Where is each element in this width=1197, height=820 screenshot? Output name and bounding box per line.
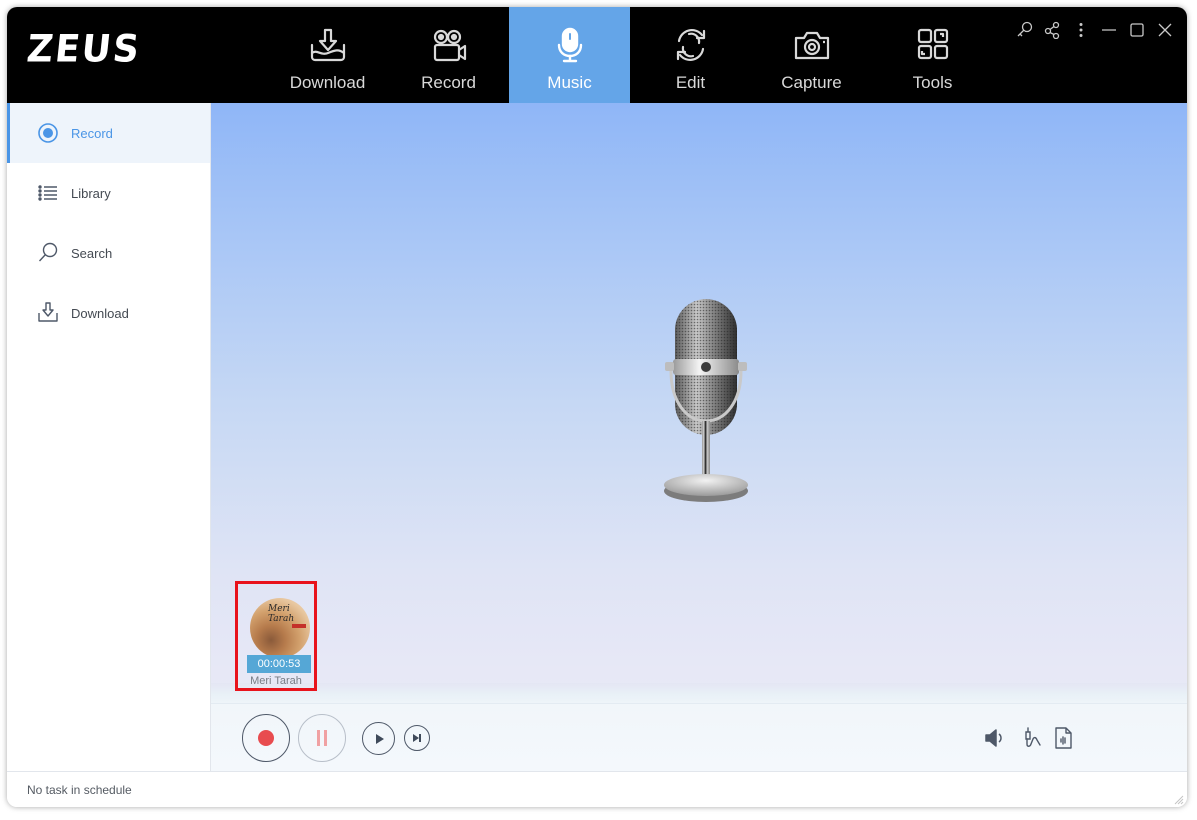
refresh-cycle-icon — [676, 29, 705, 61]
playback-control-bar — [211, 703, 1187, 771]
task-duration: 00:00:53 — [247, 655, 311, 673]
tab-label: Download — [289, 73, 366, 92]
recorded-task-card[interactable]: Meri Tarah 00:00:53 Meri Tarah — [235, 581, 317, 691]
tab-music[interactable]: Music — [509, 7, 630, 103]
skip-next-button[interactable] — [404, 725, 430, 751]
tab-download[interactable]: Download — [267, 7, 388, 103]
tab-edit[interactable]: Edit — [630, 7, 751, 103]
resize-grip-icon[interactable] — [1172, 793, 1184, 805]
horizon-band — [211, 683, 1187, 703]
more-button[interactable] — [1071, 19, 1091, 41]
minimize-button[interactable] — [1099, 19, 1119, 41]
tab-label: Edit — [675, 73, 706, 92]
share-button[interactable] — [1043, 19, 1063, 41]
cover-decoration — [292, 624, 306, 628]
camera-icon — [794, 31, 829, 60]
top-bar: ZEUS Download Record Music Edit Capture … — [7, 7, 1187, 103]
minimize-icon — [1102, 29, 1116, 31]
tab-label: Music — [547, 73, 592, 92]
microphone-illustration — [664, 299, 748, 502]
sidebar-item-library[interactable]: Library — [7, 163, 210, 223]
tab-label: Record — [421, 73, 476, 92]
download-icon — [38, 302, 58, 322]
play-icon — [375, 733, 384, 744]
record-button[interactable] — [242, 714, 290, 762]
microphone-icon — [557, 27, 582, 63]
key-button[interactable] — [1015, 19, 1035, 41]
record-dot-icon — [258, 730, 274, 746]
search-icon — [38, 242, 58, 262]
pause-button[interactable] — [298, 714, 346, 762]
music-record-panel: Meri Tarah 00:00:53 Meri Tarah — [211, 103, 1187, 771]
sidebar-item-label: Download — [71, 306, 129, 321]
task-name: Meri Tarah — [250, 675, 302, 687]
sidebar-item-record[interactable]: Record — [7, 103, 210, 163]
status-bar: No task in schedule — [7, 771, 1187, 807]
audio-file-icon[interactable] — [1051, 726, 1075, 750]
grid-tools-icon — [917, 28, 948, 60]
share-icon — [1044, 21, 1060, 39]
sidebar-item-label: Record — [71, 126, 113, 141]
window-controls — [1015, 19, 1175, 41]
close-icon — [1158, 23, 1172, 37]
sidebar: Record Library Search Download — [7, 103, 211, 771]
maximize-button[interactable] — [1127, 19, 1147, 41]
tab-record[interactable]: Record — [388, 7, 509, 103]
speaker-icon[interactable] — [983, 726, 1007, 750]
skip-next-icon — [413, 734, 421, 742]
sidebar-item-label: Library — [71, 186, 111, 201]
sidebar-item-download[interactable]: Download — [7, 283, 210, 343]
pause-icon — [317, 730, 327, 746]
tab-label: Capture — [781, 73, 842, 92]
app-window: ZEUS Download Record Music Edit Capture … — [7, 7, 1187, 807]
app-logo: ZEUS — [24, 27, 144, 72]
download-tray-icon — [310, 28, 345, 62]
cover-title: Meri Tarah — [268, 604, 295, 624]
maximize-icon — [1130, 23, 1144, 37]
more-vertical-icon — [1079, 23, 1083, 37]
radio-record-icon — [38, 123, 58, 143]
album-cover: Meri Tarah — [250, 598, 310, 658]
key-icon — [1017, 21, 1033, 37]
play-button[interactable] — [362, 722, 395, 755]
main-nav: Download Record Music Edit Capture Tools — [267, 7, 993, 103]
sidebar-item-label: Search — [71, 246, 113, 261]
tab-label: Tools — [912, 73, 953, 92]
list-icon — [38, 185, 57, 201]
video-camera-icon — [433, 29, 466, 62]
audio-jack-icon[interactable] — [1021, 726, 1045, 750]
schedule-status: No task in schedule — [27, 783, 132, 797]
sidebar-item-search[interactable]: Search — [7, 223, 210, 283]
tab-capture[interactable]: Capture — [751, 7, 872, 103]
close-button[interactable] — [1155, 19, 1175, 41]
tab-tools[interactable]: Tools — [872, 7, 993, 103]
